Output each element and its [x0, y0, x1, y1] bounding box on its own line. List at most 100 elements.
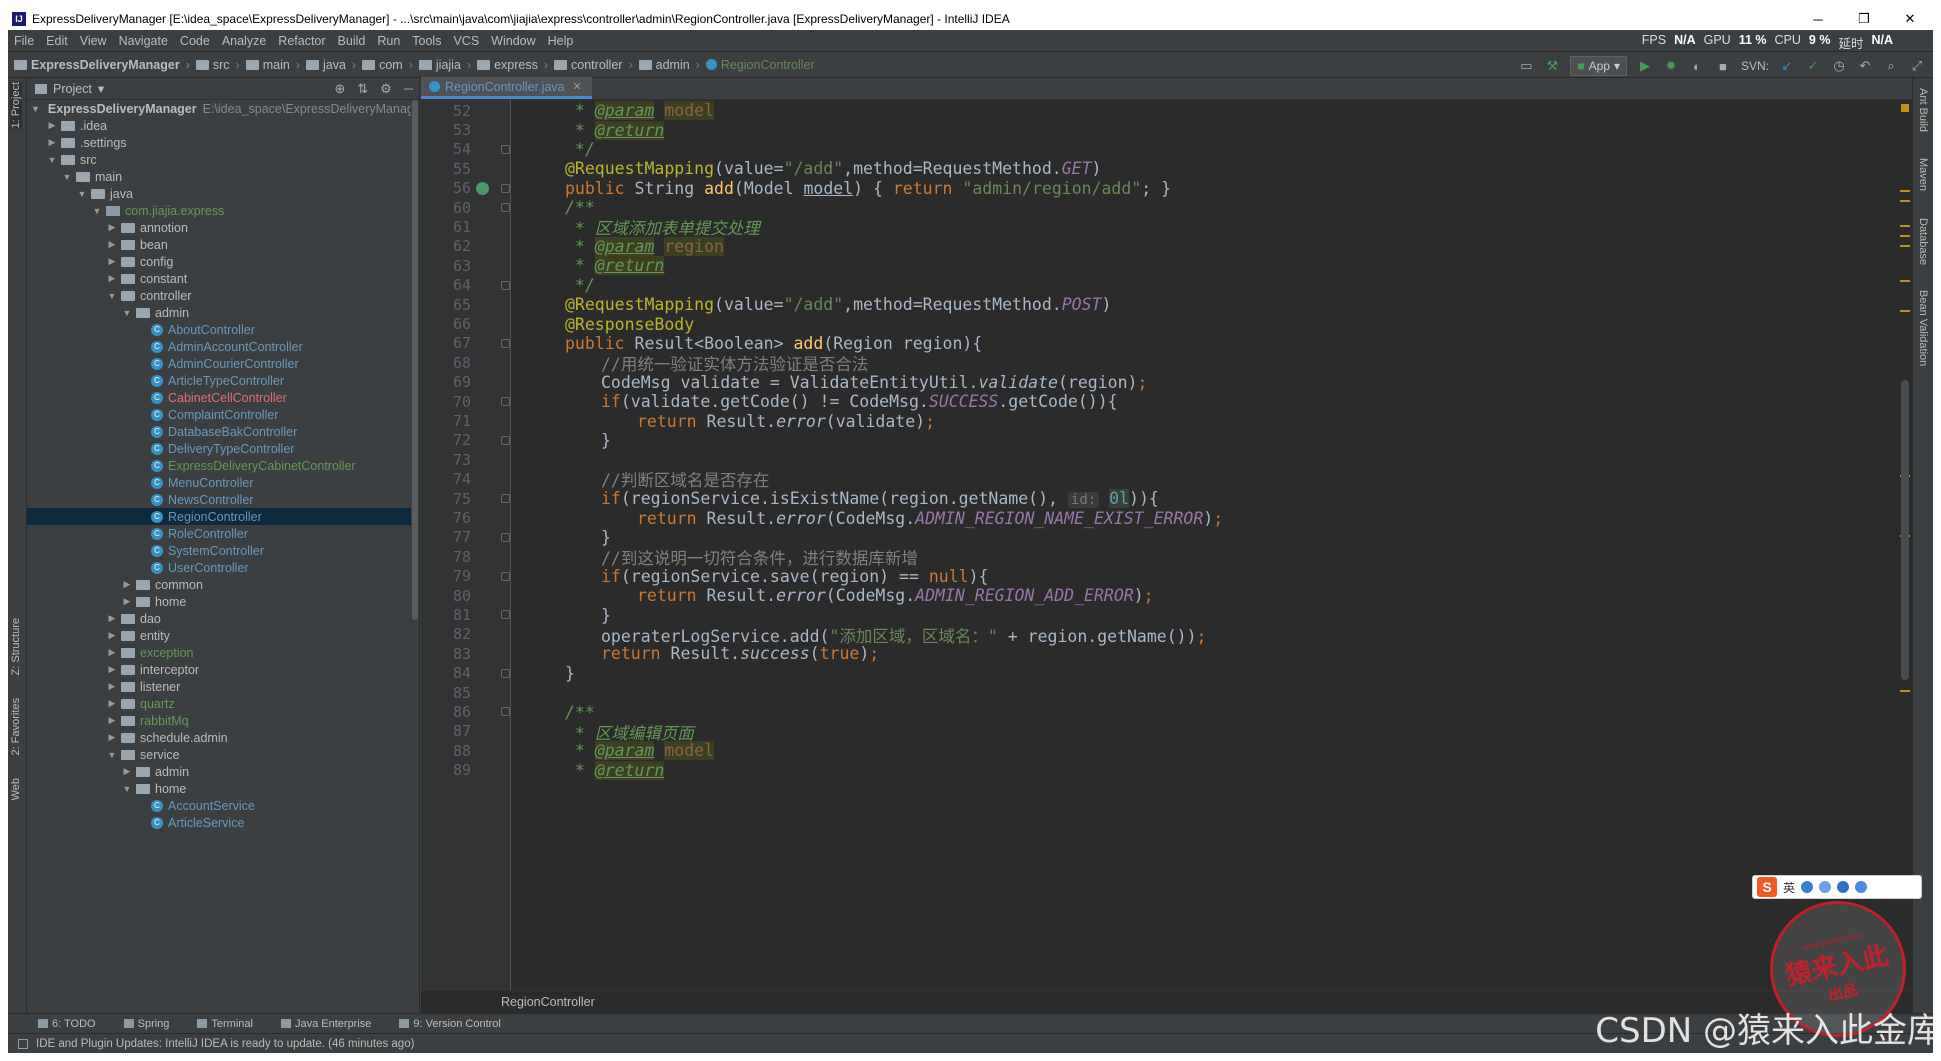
chevron-right-icon[interactable]: ▶: [121, 766, 133, 777]
project-structure-icon[interactable]: ▭: [1518, 58, 1534, 74]
menu-code[interactable]: Code: [174, 34, 216, 48]
code-line[interactable]: 63 * @return: [421, 256, 1891, 276]
code-line[interactable]: 64 */: [421, 276, 1891, 295]
menu-vcs[interactable]: VCS: [447, 34, 485, 48]
code-text[interactable]: operaterLogService.add("添加区域，区域名：" + reg…: [511, 623, 1206, 647]
code-text[interactable]: //到这说明一切符合条件，进行数据库新增: [511, 545, 918, 569]
tree-folder-item[interactable]: ▶ config: [27, 253, 412, 270]
crumb-jiajia[interactable]: jiajia ›: [418, 58, 477, 72]
code-text[interactable]: //用统一验证实体方法验证是否合法: [511, 351, 868, 375]
tool-tab-ant-build[interactable]: Ant Build: [1917, 88, 1929, 132]
tool-java-enterprise[interactable]: Java Enterprise: [280, 1018, 371, 1030]
code-line[interactable]: 71 return Result.error(validate);: [421, 411, 1891, 431]
project-view-selector[interactable]: Project: [53, 82, 92, 96]
fold-marker-icon[interactable]: [501, 338, 510, 348]
tool-spring[interactable]: Spring: [123, 1018, 169, 1030]
tree-class-item[interactable]: C AccountService: [27, 797, 412, 814]
tree-class-item[interactable]: C RoleController: [27, 525, 412, 542]
menu-window[interactable]: Window: [485, 34, 541, 48]
tree-class-item[interactable]: C AdminAccountController: [27, 338, 412, 355]
code-text[interactable]: * 区域添加表单提交处理: [511, 215, 760, 239]
code-line[interactable]: 62 * @param region: [421, 236, 1891, 256]
chevron-down-icon[interactable]: ▼: [46, 155, 58, 165]
code-line[interactable]: 85: [421, 683, 1891, 702]
code-line[interactable]: 84}: [421, 664, 1891, 683]
code-text[interactable]: return Result.error(validate);: [511, 412, 935, 431]
tree-folder-item[interactable]: ▶ entity: [27, 627, 412, 644]
tree-folder-item[interactable]: ▶ common: [27, 576, 412, 593]
chevron-down-icon[interactable]: ▼: [31, 104, 40, 114]
code-text[interactable]: if(regionService.isExistName(region.getN…: [511, 489, 1159, 509]
tree-class-item[interactable]: C DatabaseBakController: [27, 423, 412, 440]
tree-class-item[interactable]: C AdminCourierController: [27, 355, 412, 372]
chevron-right-icon[interactable]: ▶: [106, 732, 118, 743]
coverage-icon[interactable]: ◐: [1689, 58, 1705, 74]
chevron-down-icon[interactable]: ▼: [121, 784, 133, 794]
crumb-project[interactable]: ExpressDeliveryManager ›: [14, 58, 196, 72]
chevron-right-icon[interactable]: ▶: [106, 715, 118, 726]
menu-build[interactable]: Build: [332, 34, 372, 48]
chevron-right-icon[interactable]: ▶: [106, 681, 118, 692]
chevron-right-icon[interactable]: ▶: [121, 596, 133, 607]
code-text[interactable]: if(validate.getCode() != CodeMsg.SUCCESS…: [511, 392, 1118, 411]
tree-folder-item[interactable]: ▼ src: [27, 151, 412, 168]
expand-icon[interactable]: ⤢: [1909, 58, 1925, 74]
tree-folder-item[interactable]: ▼ ExpressDeliveryManager E:\idea_space\Exp…: [27, 100, 412, 117]
ime-toolbar[interactable]: S 英: [1752, 875, 1922, 899]
code-line[interactable]: 53 * @return: [421, 120, 1891, 140]
tool-tab-web[interactable]: Web: [10, 778, 22, 800]
chevron-down-icon[interactable]: ▼: [61, 172, 73, 182]
code-text[interactable]: @RequestMapping(value="/add",method=Requ…: [511, 159, 1101, 178]
scroll-thumb[interactable]: [412, 100, 418, 620]
tree-folder-item[interactable]: ▼ admin: [27, 304, 412, 321]
chevron-right-icon[interactable]: ▶: [106, 256, 118, 267]
crumb-java[interactable]: java ›: [305, 58, 362, 72]
tool-tab-structure[interactable]: Z: Structure: [10, 618, 22, 675]
tree-folder-item[interactable]: ▶ bean: [27, 236, 412, 253]
ime-tools-icon[interactable]: [1855, 881, 1868, 893]
code-line[interactable]: 76 return Result.error(CodeMsg.ADMIN_REGI…: [421, 508, 1891, 528]
menu-navigate[interactable]: Navigate: [113, 34, 174, 48]
code-line[interactable]: 52 * @param model: [421, 101, 1891, 121]
code-line[interactable]: 89 * @return: [421, 760, 1891, 780]
status-toggle-icon[interactable]: [18, 1038, 28, 1049]
status-message[interactable]: IDE and Plugin Updates: IntelliJ IDEA is…: [36, 1038, 414, 1050]
project-scrollbar[interactable]: [411, 100, 419, 1013]
warning-indicator-icon[interactable]: [1901, 104, 1909, 112]
tree-class-item[interactable]: C ComplaintController: [27, 406, 412, 423]
tree-class-item[interactable]: C NewsController: [27, 491, 412, 508]
code-line[interactable]: 72}: [421, 431, 1891, 450]
fold-marker-icon[interactable]: [501, 668, 510, 678]
tree-folder-item[interactable]: ▼ service: [27, 746, 412, 763]
tree-folder-item[interactable]: ▶ .idea: [27, 117, 412, 134]
tree-class-item[interactable]: C DeliveryTypeController: [27, 440, 412, 457]
crumb-main[interactable]: main ›: [245, 58, 306, 72]
code-text[interactable]: * 区域编辑页面: [511, 720, 694, 744]
tool-tab-bean-validation[interactable]: Bean Validation: [1917, 290, 1929, 366]
code-text[interactable]: * @return: [511, 760, 665, 780]
search-icon[interactable]: ⌕: [1883, 58, 1899, 74]
fold-marker-icon[interactable]: [501, 571, 510, 581]
code-line[interactable]: 88 * @param model: [421, 741, 1891, 761]
crumb-admin[interactable]: admin ›: [638, 58, 706, 72]
close-button[interactable]: ✕: [1887, 8, 1933, 30]
tree-folder-item[interactable]: ▼ com.jiajia.express: [27, 202, 412, 219]
code-text[interactable]: CodeMsg validate = ValidateEntityUtil.va…: [511, 373, 1147, 392]
crumb-controller[interactable]: controller ›: [554, 58, 639, 72]
ime-punctuation-icon[interactable]: [1801, 881, 1814, 893]
code-line[interactable]: 54 */: [421, 140, 1891, 159]
tree-folder-item[interactable]: ▶ dao: [27, 610, 412, 627]
chevron-right-icon[interactable]: ▶: [106, 613, 118, 624]
chevron-down-icon[interactable]: ▾: [98, 81, 104, 96]
code-text[interactable]: */: [511, 276, 595, 295]
menu-edit[interactable]: Edit: [40, 34, 74, 48]
tree-folder-item[interactable]: ▶ schedule.admin: [27, 729, 412, 746]
menu-file[interactable]: File: [8, 34, 40, 48]
fold-marker-icon[interactable]: [501, 144, 510, 154]
menu-tools[interactable]: Tools: [406, 34, 447, 48]
tree-folder-item[interactable]: ▶ quartz: [27, 695, 412, 712]
debug-icon[interactable]: ✹: [1663, 58, 1679, 74]
chevron-down-icon[interactable]: ▼: [121, 308, 133, 318]
tree-folder-item[interactable]: ▼ home: [27, 780, 412, 797]
code-line[interactable]: 68 //用统一验证实体方法验证是否合法: [421, 351, 1891, 375]
